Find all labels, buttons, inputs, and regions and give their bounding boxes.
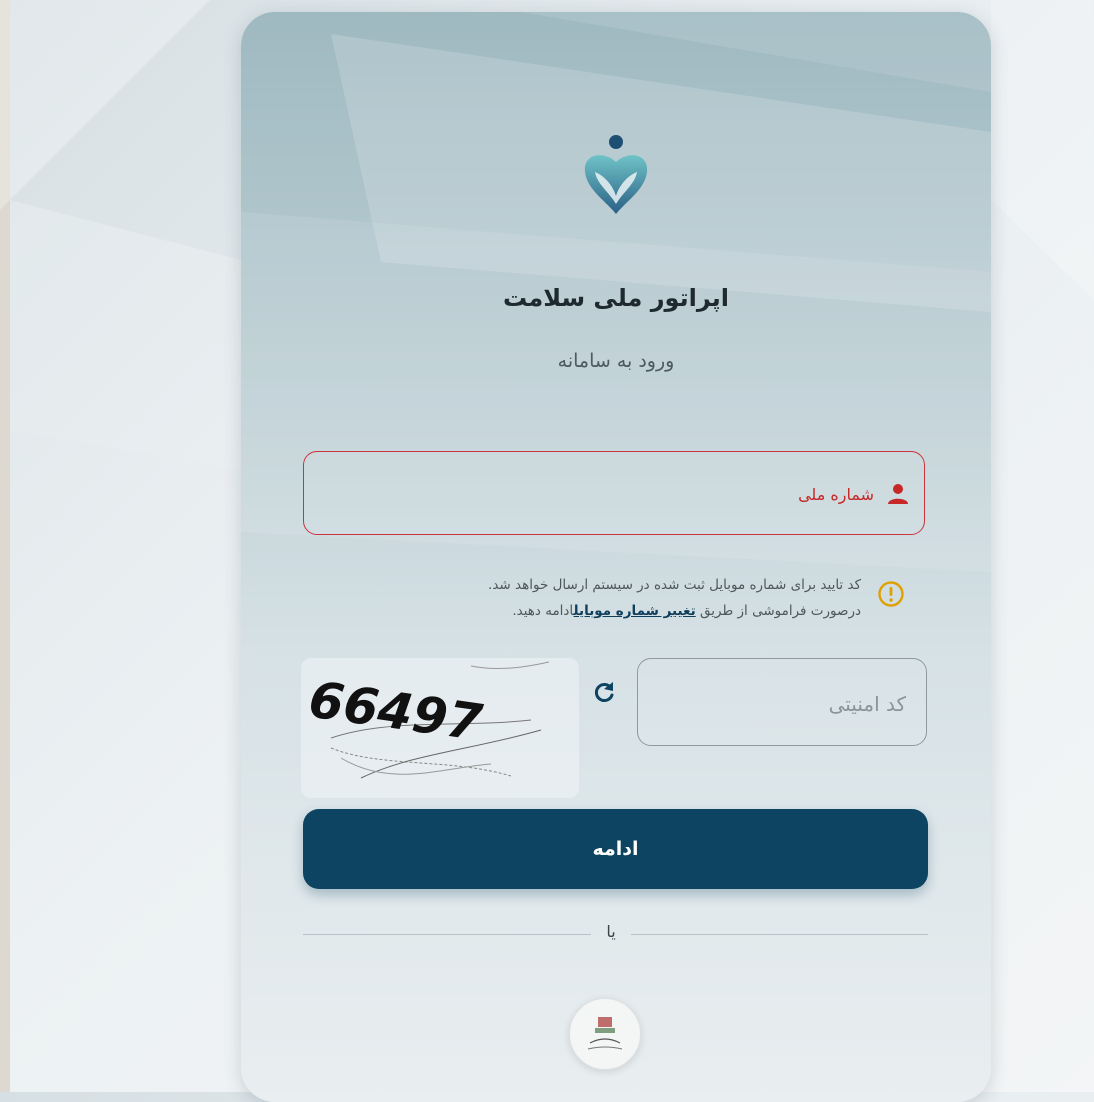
captcha-image: 66497 (301, 658, 579, 798)
national-id-input[interactable] (392, 476, 876, 512)
alt-login-logo-icon (587, 1017, 623, 1050)
continue-button[interactable]: ادامه (303, 809, 928, 889)
captcha-field[interactable] (637, 658, 927, 746)
alternate-login-button[interactable] (569, 998, 641, 1070)
page-title: اپراتور ملی سلامت (502, 284, 729, 312)
page-subtitle: ورود به سامانه (557, 350, 675, 372)
notice-suffix: ادامه دهید. (512, 603, 574, 619)
notice-prefix: درصورت فراموشی از طریق (695, 603, 861, 619)
change-mobile-link[interactable]: تغییر شماره موبایل (574, 603, 696, 619)
divider-line-left (303, 934, 591, 935)
national-id-field[interactable] (303, 451, 925, 535)
left-edge-strip (0, 0, 10, 1092)
refresh-icon[interactable] (591, 680, 617, 706)
notice-line-1: کد تایید برای شماره موبایل ثبت شده در سی… (488, 577, 861, 593)
heart-hands-logo (584, 135, 648, 214)
divider-line-right (631, 934, 928, 935)
otp-notice: کد تایید برای شماره موبایل ثبت شده در سی… (261, 572, 861, 624)
or-divider-text: یا (606, 922, 616, 941)
notice-line-2: درصورت فراموشی از طریق تغییر شماره موبای… (261, 598, 861, 624)
captcha-svg: 66497 (305, 661, 550, 779)
captcha-text: 66497 (305, 670, 486, 752)
user-icon (888, 484, 908, 504)
captcha-input[interactable] (664, 685, 908, 723)
info-icon (878, 581, 904, 607)
login-card: اپراتور ملی سلامت ورود به سامانه کد تایی… (241, 12, 991, 1102)
